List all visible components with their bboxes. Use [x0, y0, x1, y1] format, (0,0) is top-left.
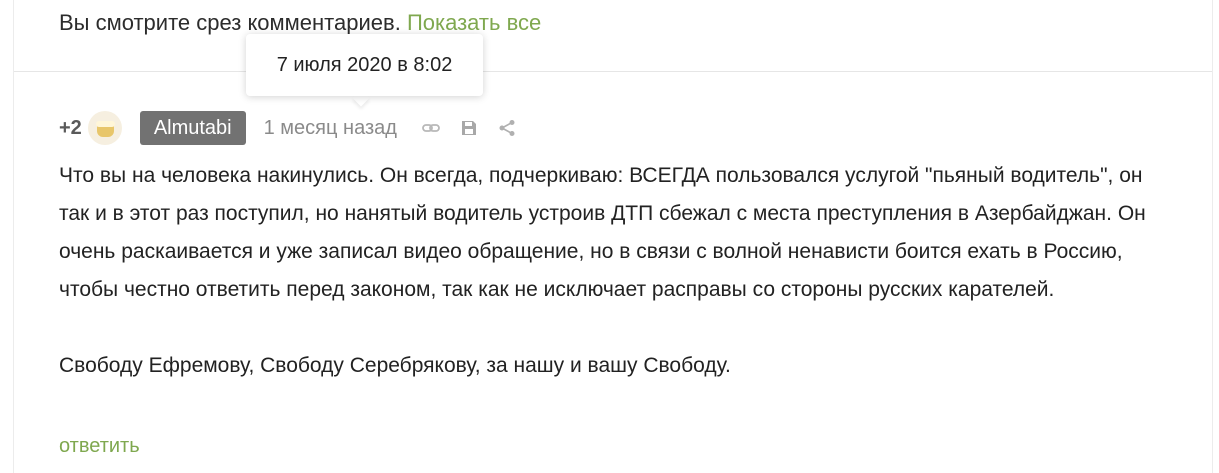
timestamp-tooltip: 7 июля 2020 в 8:02	[246, 34, 483, 96]
divider	[14, 71, 1212, 72]
avatar[interactable]	[87, 111, 122, 145]
comment-page: Вы смотрите срез комментариев. Показать …	[0, 0, 1219, 473]
comment-paragraph: Свободу Ефремову, Свободу Серебрякову, з…	[59, 354, 731, 377]
slice-banner-text: Вы смотрите срез комментариев.	[59, 10, 401, 35]
reply-link[interactable]: ответить	[59, 435, 140, 458]
comment-time[interactable]: 1 месяц назад	[264, 117, 397, 140]
avatar-foam-shape	[95, 121, 115, 127]
comment-body: Что вы на человека накинулись. Он всегда…	[59, 157, 1169, 385]
save-icon[interactable]	[457, 116, 481, 140]
comment-meta: +2 Almutabi 1 месяц назад	[59, 109, 533, 147]
show-all-link[interactable]: Показать все	[407, 10, 541, 35]
share-icon[interactable]	[495, 116, 519, 140]
comment-paragraph: Что вы на человека накинулись. Он всегда…	[59, 164, 1146, 301]
author-username[interactable]: Almutabi	[139, 111, 246, 145]
right-border	[1212, 0, 1213, 473]
comment-rating: +2	[59, 116, 82, 139]
link-icon[interactable]	[419, 116, 443, 140]
